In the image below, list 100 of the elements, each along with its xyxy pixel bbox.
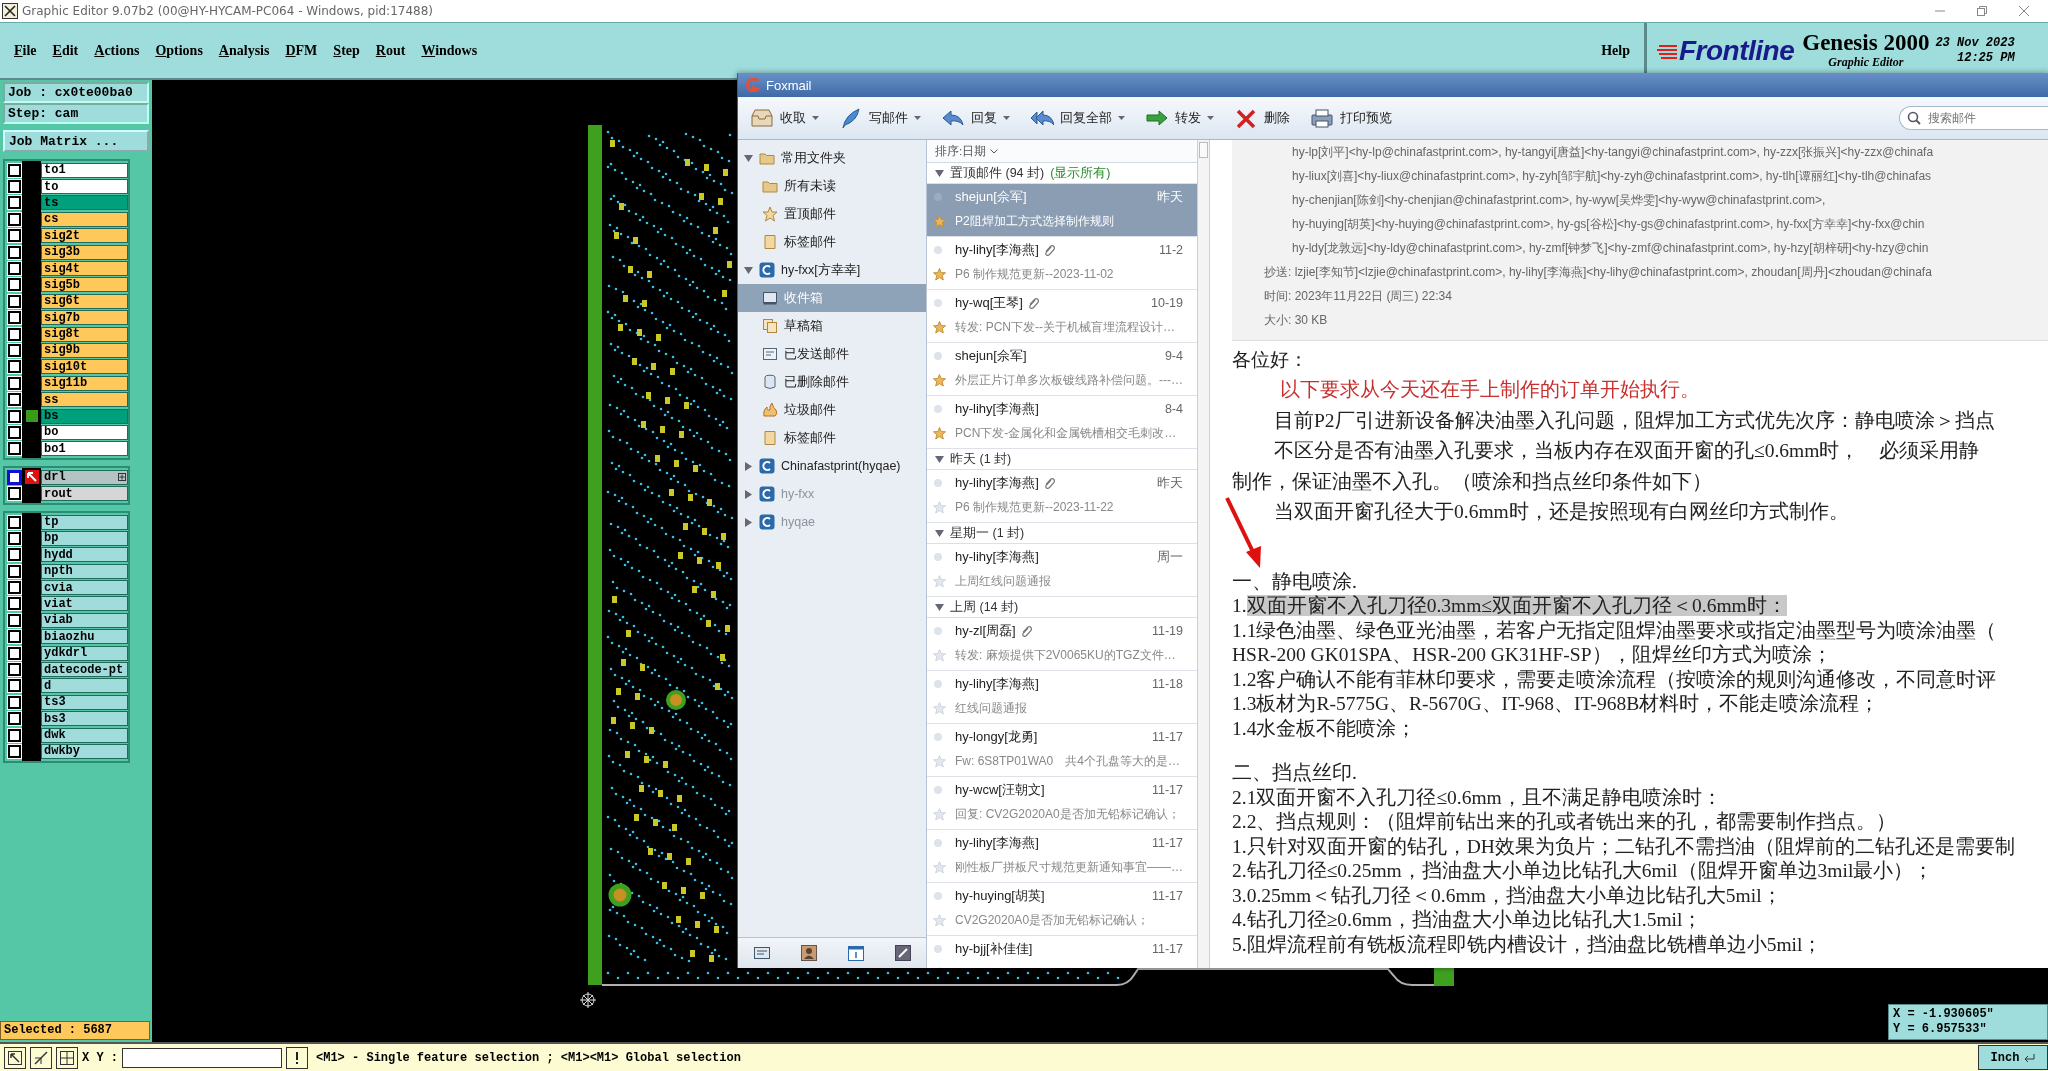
menu-item[interactable]: DFM [277,40,326,61]
layer-checkbox[interactable] [8,663,21,676]
layer-checkbox[interactable] [8,180,21,194]
folder-item[interactable]: Chinafastprint(hyqae) [738,452,926,480]
layer-button[interactable]: rout [41,486,128,502]
layer-button[interactable]: d [41,678,128,694]
toolbar-button[interactable]: 写邮件 [835,104,925,132]
menu-item[interactable]: Step [325,40,368,61]
menu-item[interactable]: File [6,40,45,61]
layer-button[interactable]: to1 [41,162,128,178]
help-menu[interactable]: Help [1593,40,1638,61]
layer-checkbox[interactable] [8,212,21,226]
folder-item[interactable]: 已发送邮件 [738,340,926,368]
layer-button[interactable]: biaozhu [41,629,128,645]
folder-item[interactable]: 置顶邮件 [738,200,926,228]
layer-button[interactable]: drl [41,469,128,485]
toolbar-button[interactable]: 删除 [1230,104,1294,132]
layer-checkbox[interactable] [8,515,21,529]
toolbar-button[interactable]: 回复全部 [1026,104,1129,132]
layer-checkbox[interactable] [8,409,21,423]
layer-button[interactable]: bp [41,530,128,546]
layer-button[interactable]: cvia [41,580,128,596]
layer-button[interactable]: dwkby [41,743,128,759]
star-icon[interactable] [933,214,946,228]
folder-item[interactable]: 垃圾邮件 [738,396,926,424]
layer-checkbox[interactable] [8,344,21,357]
layer-checkbox[interactable] [8,531,21,545]
menu-item[interactable]: Analysis [210,40,278,61]
star-icon[interactable] [933,267,946,281]
grid-button[interactable] [56,1046,78,1069]
layer-checkbox[interactable] [8,196,21,210]
layer-checkbox[interactable] [8,262,21,276]
menu-item[interactable]: Edit [44,40,87,61]
star-icon[interactable] [933,373,946,387]
menu-item[interactable]: Windows [413,40,486,61]
toolbar-button[interactable]: 回复 [937,104,1014,132]
layer-checkbox[interactable] [8,613,21,627]
layer-checkbox[interactable] [8,360,21,374]
layer-checkbox[interactable] [8,564,21,578]
star-icon[interactable] [933,860,946,874]
folder-item[interactable]: hy-fxx[方幸幸] [738,256,926,284]
layer-checkbox[interactable] [8,442,21,456]
layer-checkbox[interactable] [8,581,21,595]
message-group-header[interactable]: 星期一 (1 封) [927,523,1197,544]
search-field[interactable]: 搜索邮件 [1899,106,2048,130]
layer-checkbox[interactable] [8,679,21,693]
calendar-icon[interactable] [846,944,865,962]
layer-button[interactable]: sig9b [41,343,128,358]
layer-checkbox[interactable] [8,548,21,562]
menu-item[interactable]: Rout [367,40,414,61]
layer-button[interactable]: ydkdrl [41,645,128,661]
select-arrow-button[interactable] [4,1046,26,1069]
sort-button[interactable]: 排序:日期 [927,140,1197,163]
job-matrix-button[interactable]: Job Matrix ... [3,130,149,152]
menu-item[interactable]: Options [147,40,211,61]
show-all-link[interactable]: (显示所有) [1050,164,1111,182]
layer-button[interactable]: ts3 [41,694,128,710]
star-icon[interactable] [933,574,946,588]
layer-button[interactable]: tp [41,514,128,530]
mail-icon[interactable] [752,944,771,962]
close-icon[interactable] [2018,5,2030,17]
message-group-header[interactable]: 昨天 (1 封) [927,449,1197,470]
layer-checkbox[interactable] [8,728,21,742]
folder-item[interactable]: 常用文件夹 [738,144,926,172]
star-icon[interactable] [933,807,946,821]
layer-checkbox[interactable] [8,294,21,308]
layer-button[interactable]: sig10t [41,359,128,375]
layer-checkbox[interactable] [8,278,21,292]
layer-button[interactable]: bs3 [41,711,128,727]
star-icon[interactable] [933,320,946,334]
message-group-header[interactable]: 上周 (14 封) [927,597,1197,618]
layer-checkbox[interactable] [8,630,21,644]
layer-checkbox[interactable] [8,597,21,611]
layer-button[interactable]: ts [41,195,128,211]
layer-checkbox[interactable] [8,163,21,177]
star-icon[interactable] [933,426,946,440]
xy-input-field[interactable] [122,1047,282,1068]
layer-button[interactable]: npth [41,563,128,579]
layer-checkbox[interactable] [8,744,21,758]
folder-item[interactable]: 标签邮件 [738,228,926,256]
layer-checkbox[interactable] [8,245,21,259]
layer-checkbox[interactable] [8,470,21,484]
layer-checkbox[interactable] [8,487,21,501]
layer-button[interactable]: hydd [41,547,128,563]
restore-icon[interactable] [1976,5,1988,17]
layer-button[interactable]: datecode-pt [41,662,128,677]
star-icon[interactable] [933,701,946,715]
layer-button[interactable]: sig8t [41,326,128,342]
layer-button[interactable]: ss [41,392,128,408]
layer-button[interactable]: sig4t [41,261,128,277]
layer-button[interactable]: bo1 [41,441,128,457]
layer-checkbox[interactable] [8,327,21,341]
layer-button[interactable]: bo [41,424,128,440]
toolbar-button[interactable]: 打印预览 [1306,104,1396,132]
folder-item[interactable]: 草稿箱 [738,312,926,340]
layer-checkbox[interactable] [8,311,21,325]
layer-button[interactable]: sig2t [41,228,128,244]
toolbar-button[interactable]: 收取 [746,104,823,132]
folder-item[interactable]: 已删除邮件 [738,368,926,396]
layer-checkbox[interactable] [8,229,21,243]
